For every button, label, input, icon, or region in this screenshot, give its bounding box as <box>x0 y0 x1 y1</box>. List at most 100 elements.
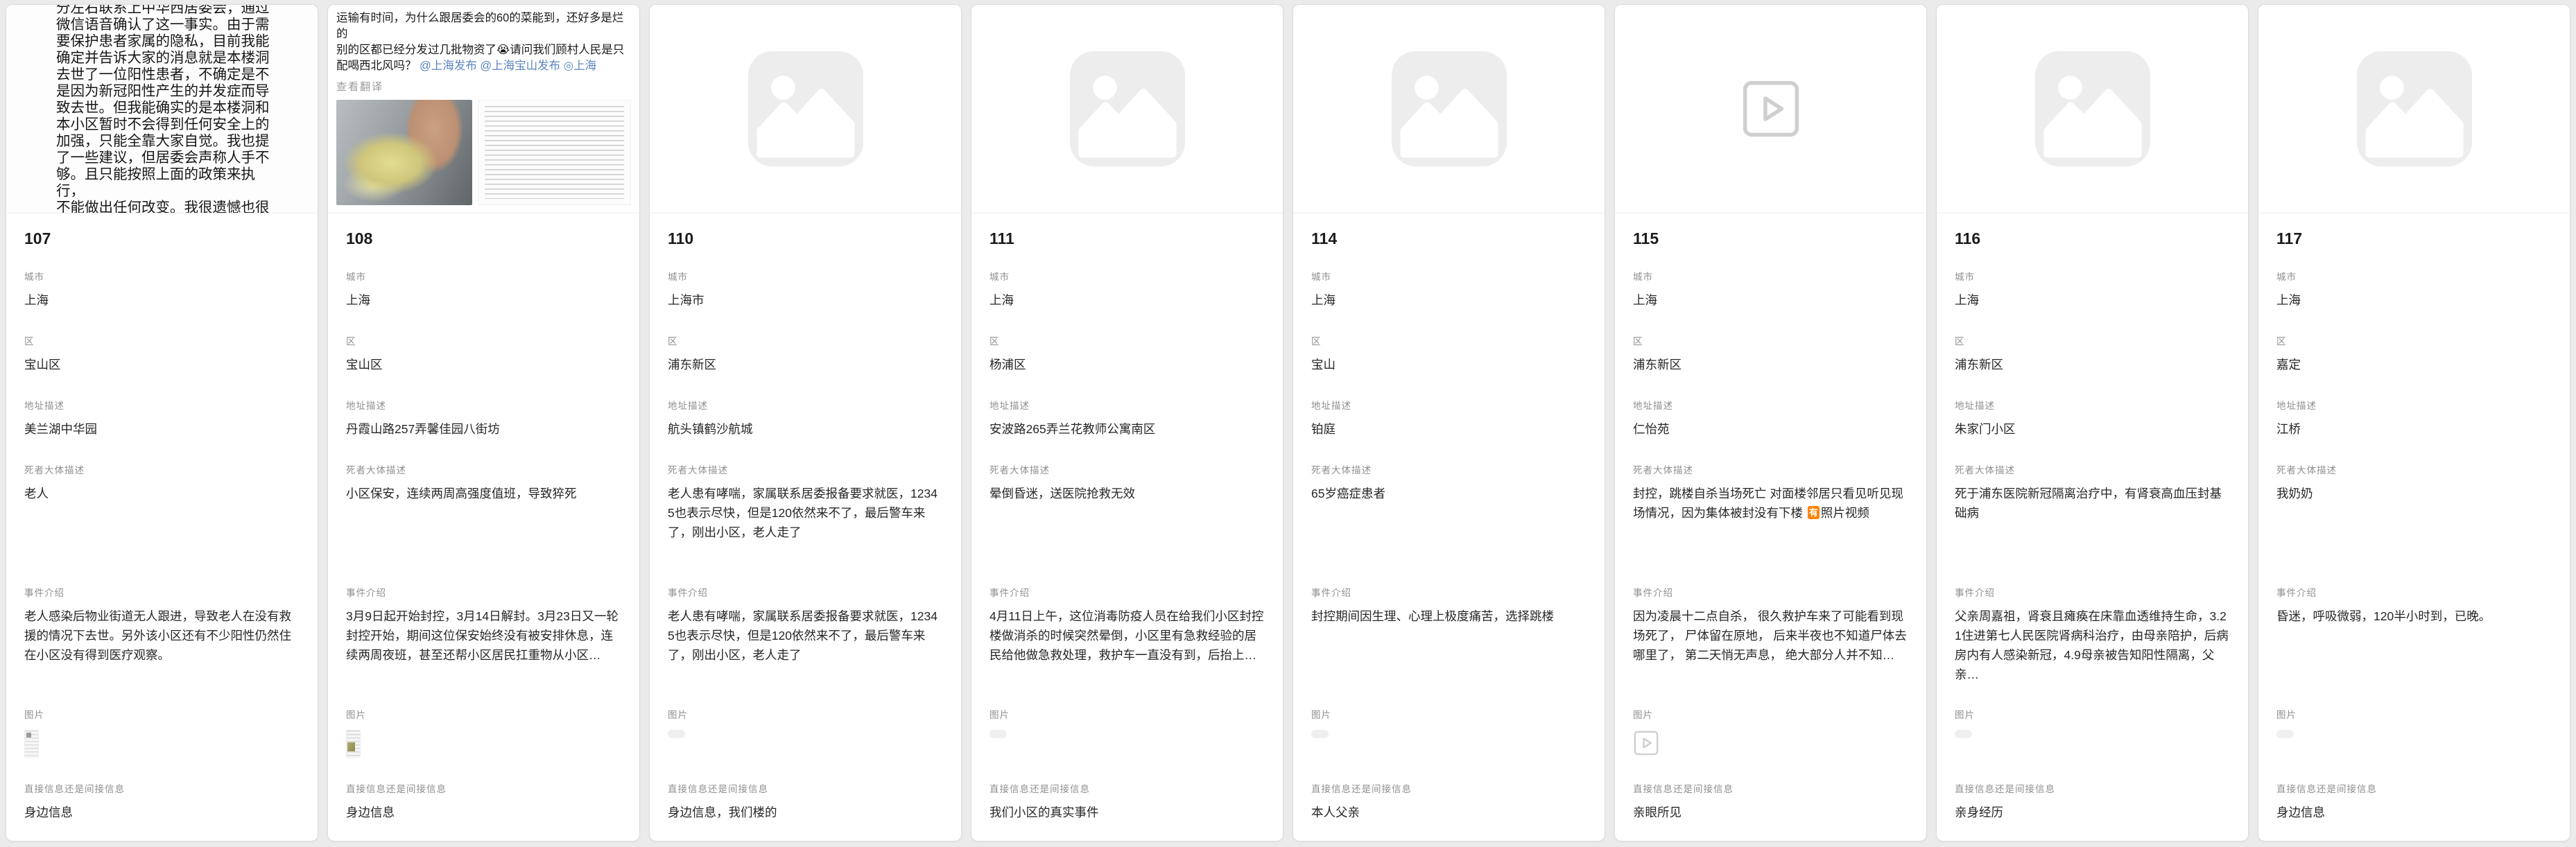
address-value: 江桥 <box>2276 419 2552 439</box>
record-id: 108 <box>346 227 621 250</box>
weibo-post-screenshot: 运输有时间，为什么跟居委会的60的菜能到，还好多是烂的 别的区都已经分发过几批物… <box>328 5 639 205</box>
media-placeholder <box>2258 5 2570 213</box>
field-address: 地址描述 仁怡苑 <box>1633 399 1908 464</box>
city-value: 上海 <box>346 290 621 310</box>
field-direct-or-indirect: 直接信息还是间接信息 本人父亲 <box>1311 783 1587 835</box>
card-body: 117 城市 上海 区 嘉定 地址描述 江桥 死者大体描述 我奶奶 事件介绍 昏… <box>2258 213 2570 841</box>
record-card[interactable]: 115 城市 上海 区 浦东新区 地址描述 仁怡苑 死者大体描述 封控，跳楼自杀… <box>1614 4 1927 841</box>
victim-description-value: 65岁癌症患者 <box>1311 484 1587 503</box>
district-value: 浦东新区 <box>668 355 943 374</box>
card-media[interactable] <box>1615 5 1926 213</box>
attachment-slot[interactable] <box>989 730 1007 738</box>
image-label: 图片 <box>24 708 300 722</box>
attachment-slot[interactable] <box>346 730 361 758</box>
image-placeholder-icon <box>2035 51 2150 166</box>
long-text-screenshot[interactable] <box>478 100 632 205</box>
direct-or-indirect-label: 直接信息还是间接信息 <box>668 783 943 796</box>
record-card[interactable]: 110 城市 上海市 区 浦东新区 地址描述 航头镇鹤沙航城 死者大体描述 老人… <box>649 4 962 841</box>
district-label: 区 <box>346 335 621 348</box>
card-body: 108 城市 上海 区 宝山区 地址描述 丹霞山路257弄馨佳园八街坊 死者大体… <box>328 213 639 841</box>
field-district: 区 浦东新区 <box>668 335 943 399</box>
direct-or-indirect-label: 直接信息还是间接信息 <box>1633 783 1908 796</box>
event-intro-value: 老人感染后物业街道无人跟进，导致老人在没有救援的情况下去世。另外该小区还有不少阳… <box>24 606 300 665</box>
event-intro-label: 事件介绍 <box>1633 586 1908 600</box>
address-label: 地址描述 <box>1955 399 2230 412</box>
field-image: 图片 <box>1955 708 2230 783</box>
attachment-slot[interactable] <box>1633 730 1659 756</box>
record-id: 117 <box>2276 227 2552 250</box>
city-label: 城市 <box>1311 270 1587 283</box>
field-event-intro: 事件介绍 因为凌晨十二点自杀， 很久救护车来了可能看到现场死了， 尸体留在原地，… <box>1633 586 1908 708</box>
record-card[interactable]: 分左右联系上中华西居委会，通过 微信语音确认了这一事实。由于需 要保护患者家属的… <box>6 4 318 841</box>
direct-or-indirect-value: 身边信息 <box>24 803 300 822</box>
city-label: 城市 <box>346 270 621 283</box>
cabbage-photo[interactable] <box>336 100 472 205</box>
card-media[interactable] <box>2258 5 2570 213</box>
attachment-slot[interactable] <box>2276 730 2294 738</box>
record-card[interactable]: 111 城市 上海 区 杨浦区 地址描述 安波路265弄兰花教师公寓南区 死者大… <box>971 4 1283 841</box>
weibo-translate-link[interactable]: 查看翻译 <box>336 79 631 94</box>
field-address: 地址描述 铂庭 <box>1311 399 1587 464</box>
event-intro-value: 老人患有哮喘，家属联系居委报备要求就医，12345也表示尽快，但是120依然来不… <box>668 606 943 665</box>
record-card[interactable]: 117 城市 上海 区 嘉定 地址描述 江桥 死者大体描述 我奶奶 事件介绍 昏… <box>2258 4 2570 841</box>
field-district: 区 浦东新区 <box>1633 335 1908 399</box>
field-city: 城市 上海 <box>24 270 300 335</box>
city-value: 上海 <box>989 290 1265 310</box>
city-label: 城市 <box>989 270 1265 283</box>
field-district: 区 嘉定 <box>2276 335 2552 399</box>
field-address: 地址描述 安波路265弄兰花教师公寓南区 <box>989 399 1265 464</box>
field-victim-description: 死者大体描述 小区保安，连续两周高强度值班，导致猝死 <box>346 464 621 586</box>
card-body: 114 城市 上海 区 宝山 地址描述 铂庭 死者大体描述 65岁癌症患者 事件… <box>1293 213 1605 841</box>
attachment-slot[interactable] <box>1311 730 1329 738</box>
image-label: 图片 <box>2276 708 2552 722</box>
card-media[interactable] <box>1937 5 2248 213</box>
field-victim-description: 死者大体描述 晕倒昏迷，送医院抢救无效 <box>989 464 1265 586</box>
image-label: 图片 <box>1311 708 1587 722</box>
address-value: 铂庭 <box>1311 419 1587 439</box>
card-media[interactable] <box>650 5 961 213</box>
victim-description-value: 小区保安，连续两周高强度值班，导致猝死 <box>346 484 621 503</box>
attachment-slot[interactable] <box>24 730 39 758</box>
field-direct-or-indirect: 直接信息还是间接信息 身边信息 <box>346 783 621 835</box>
card-media[interactable] <box>1293 5 1605 213</box>
district-label: 区 <box>1955 335 2230 348</box>
direct-or-indirect-value: 亲眼所见 <box>1633 803 1908 822</box>
field-district: 区 宝山区 <box>24 335 300 399</box>
event-intro-value: 3月9日起开始封控，3月14日解封。3月23日又一轮封控开始，期间这位保安始终没… <box>346 606 621 665</box>
field-direct-or-indirect: 直接信息还是间接信息 身边信息 <box>2276 783 2552 835</box>
card-body: 116 城市 上海 区 浦东新区 地址描述 朱家门小区 死者大体描述 死于浦东医… <box>1937 213 2248 841</box>
direct-or-indirect-value: 身边信息 <box>346 803 621 822</box>
weibo-mention-links[interactable]: @上海发布 @上海宝山发布 ◎上海 <box>420 60 596 72</box>
district-label: 区 <box>1633 335 1908 348</box>
record-card[interactable]: 116 城市 上海 区 浦东新区 地址描述 朱家门小区 死者大体描述 死于浦东医… <box>1936 4 2249 841</box>
card-media[interactable]: 分左右联系上中华西居委会，通过 微信语音确认了这一事实。由于需 要保护患者家属的… <box>6 5 318 213</box>
event-intro-value: 4月11日上午，这位消毒防疫人员在给我们小区封控楼做消杀的时候突然晕倒，小区里有… <box>989 606 1265 665</box>
address-value: 安波路265弄兰花教师公寓南区 <box>989 419 1265 439</box>
city-value: 上海 <box>1633 290 1908 310</box>
field-district: 区 宝山区 <box>346 335 621 399</box>
chat-screenshot-text: 分左右联系上中华西居委会，通过 微信语音确认了这一事实。由于需 要保护患者家属的… <box>6 5 318 213</box>
victim-description-value: 死于浦东医院新冠隔离治疗中，有肾衰高血压封基础病 <box>1955 484 2230 523</box>
record-card[interactable]: 运输有时间，为什么跟居委会的60的菜能到，还好多是烂的 别的区都已经分发过几批物… <box>327 4 640 841</box>
card-media[interactable] <box>971 5 1283 213</box>
victim-description-label: 死者大体描述 <box>1955 464 2230 477</box>
direct-or-indirect-label: 直接信息还是间接信息 <box>989 783 1265 796</box>
field-event-intro: 事件介绍 封控期间因生理、心理上极度痛苦，选择跳楼 <box>1311 586 1587 708</box>
video-play-icon <box>1740 78 1801 139</box>
field-victim-description: 死者大体描述 老人 <box>24 464 300 586</box>
card-media[interactable]: 运输有时间，为什么跟居委会的60的菜能到，还好多是烂的 别的区都已经分发过几批物… <box>328 5 639 213</box>
media-placeholder <box>971 5 1283 213</box>
attachment-slot[interactable] <box>1955 730 1972 738</box>
district-label: 区 <box>989 335 1265 348</box>
attachment-slot[interactable] <box>668 730 685 738</box>
field-victim-description: 死者大体描述 老人患有哮喘，家属联系居委报备要求就医，12345也表示尽快，但是… <box>668 464 943 586</box>
record-card[interactable]: 114 城市 上海 区 宝山 地址描述 铂庭 死者大体描述 65岁癌症患者 事件… <box>1293 4 1605 841</box>
address-label: 地址描述 <box>2276 399 2552 412</box>
direct-or-indirect-value: 亲身经历 <box>1955 803 2230 822</box>
image-label: 图片 <box>1955 708 2230 722</box>
event-intro-value: 因为凌晨十二点自杀， 很久救护车来了可能看到现场死了， 尸体留在原地， 后来半夜… <box>1633 606 1908 665</box>
field-image: 图片 <box>346 708 621 783</box>
record-id: 114 <box>1311 227 1587 250</box>
direct-or-indirect-value: 我们小区的真实事件 <box>989 803 1265 822</box>
field-district: 区 杨浦区 <box>989 335 1265 399</box>
